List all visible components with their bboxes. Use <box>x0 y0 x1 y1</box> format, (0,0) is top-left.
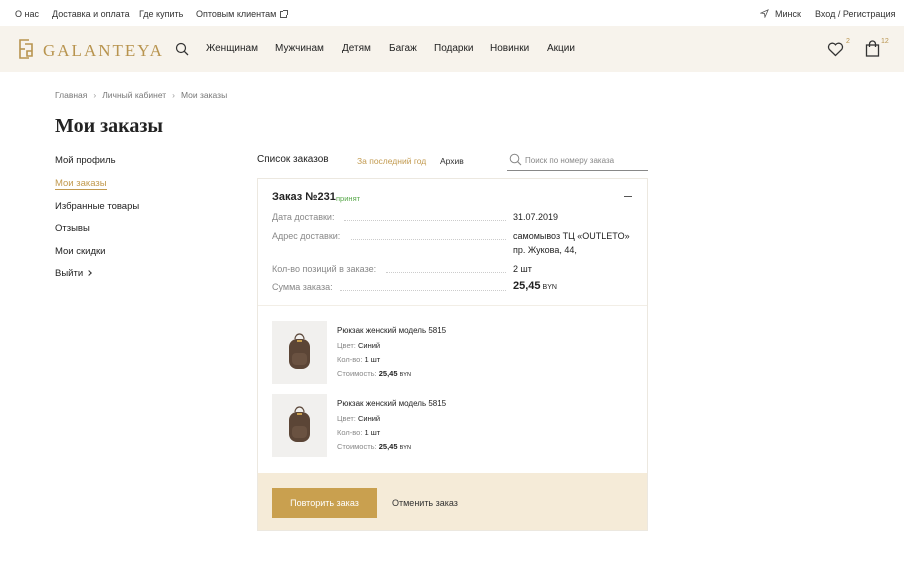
delivery-address-line1: самомывоз ТЦ «OUTLETO» <box>513 231 630 241</box>
order-sum-label: Сумма заказа: <box>272 282 333 292</box>
topbar-link-delivery[interactable]: Доставка и оплата <box>52 9 130 19</box>
orders-list-title: Список заказов <box>257 154 329 165</box>
login-link[interactable]: Вход / Регистрация <box>815 9 895 19</box>
product-qty-value: 1 шт <box>364 355 381 364</box>
delivery-address-line2: пр. Жукова, 44, <box>513 245 577 255</box>
cancel-order-button[interactable]: Отменить заказ <box>392 498 458 508</box>
breadcrumb-account[interactable]: Личный кабинет <box>102 90 166 100</box>
sidebar-item-profile[interactable]: Мой профиль <box>55 155 116 166</box>
nav-women[interactable]: Женщинам <box>206 43 258 54</box>
product-price-currency: BYN <box>399 372 411 378</box>
row-dots <box>340 290 506 291</box>
product-qty-label: Кол-во: <box>337 355 363 364</box>
nav-men[interactable]: Мужчинам <box>275 43 324 54</box>
divider <box>258 305 647 306</box>
logo-text[interactable]: GALANTEYA <box>43 41 164 61</box>
product-price-label: Стоимость: <box>337 369 377 378</box>
positions-count-value: 2 шт <box>513 264 532 274</box>
repeat-order-button[interactable]: Повторить заказ <box>272 488 377 518</box>
filter-archive-tab[interactable]: Архив <box>440 156 464 166</box>
nav-sales[interactable]: Акции <box>547 43 575 54</box>
topbar-link-about[interactable]: О нас <box>15 9 39 19</box>
topbar-link-wholesale[interactable]: Оптовым клиентам <box>196 9 289 19</box>
product-color: Цвет: Синий <box>337 414 380 423</box>
sidebar-item-discounts[interactable]: Мои скидки <box>55 246 105 257</box>
product-price: Стоимость: 25,45 BYN <box>337 442 411 451</box>
order-sum-value: 25,45 <box>513 280 541 292</box>
chevron-right-icon <box>86 270 92 276</box>
main-header: GALANTEYA Женщинам Мужчинам Детям Багаж … <box>0 26 904 72</box>
product-price-currency: BYN <box>399 445 411 451</box>
product-price: Стоимость: 25,45 BYN <box>337 369 411 378</box>
order-card: Заказ №231 принят Дата доставки: 31.07.2… <box>257 178 648 531</box>
delivery-address-label: Адрес доставки: <box>272 231 341 241</box>
row-dots <box>386 272 506 273</box>
product-qty-label: Кол-во: <box>337 428 363 437</box>
backpack-icon <box>289 406 310 442</box>
product-price-label: Стоимость: <box>337 442 377 451</box>
nav-gifts[interactable]: Подарки <box>434 43 473 54</box>
nav-new[interactable]: Новинки <box>490 43 529 54</box>
sidebar-item-logout[interactable]: Выйти <box>55 268 92 279</box>
topbar-link-wholesale-label: Оптовым клиентам <box>196 9 277 19</box>
sidebar-item-reviews[interactable]: Отзывы <box>55 223 90 234</box>
delivery-date-label: Дата доставки: <box>272 212 335 222</box>
product-color-value: Синий <box>357 341 381 350</box>
page-title: Мои заказы <box>55 115 164 137</box>
positions-count-label: Кол-во позиций в заказе: <box>272 264 377 274</box>
sidebar-item-orders[interactable]: Мои заказы <box>55 178 107 190</box>
product-qty: Кол-во: 1 шт <box>337 355 380 364</box>
collapse-icon[interactable] <box>624 196 632 197</box>
order-status-badge: принят <box>336 194 361 203</box>
row-dots <box>344 220 506 221</box>
product-image[interactable] <box>272 321 327 384</box>
product-color-value: Синий <box>357 414 381 423</box>
heart-icon[interactable] <box>827 42 844 57</box>
order-search <box>507 150 648 171</box>
order-sum: 25,45 BYN <box>513 280 557 292</box>
order-actions: Повторить заказ Отменить заказ <box>258 473 647 530</box>
nav-kids[interactable]: Детям <box>342 43 371 54</box>
backpack-icon <box>289 333 310 369</box>
breadcrumb: Главная › Личный кабинет › Мои заказы <box>55 90 227 100</box>
sidebar-item-favorites[interactable]: Избранные товары <box>55 201 139 212</box>
filter-last-year-tab[interactable]: За последний год <box>357 156 426 166</box>
product-qty: Кол-во: 1 шт <box>337 428 380 437</box>
product-name[interactable]: Рюкзак женский модель 5815 <box>337 326 446 335</box>
cart-count-badge: 12 <box>881 38 889 45</box>
row-dots <box>351 239 506 240</box>
city-selector[interactable]: Минск <box>775 9 801 19</box>
wishlist-count-badge: 2 <box>846 38 850 45</box>
order-sum-currency: BYN <box>542 284 557 291</box>
order-search-input[interactable] <box>525 153 645 167</box>
product-price-value: 25,45 <box>378 369 398 378</box>
product-image[interactable] <box>272 394 327 457</box>
search-icon[interactable] <box>175 42 189 56</box>
search-icon <box>509 153 522 166</box>
product-color-label: Цвет: <box>337 341 356 350</box>
product-qty-value: 1 шт <box>364 428 381 437</box>
order-number: Заказ №231 <box>272 191 336 203</box>
breadcrumb-separator-icon: › <box>172 90 175 100</box>
topbar-link-where-to-buy[interactable]: Где купить <box>139 9 183 19</box>
sidebar-item-logout-label: Выйти <box>55 268 84 279</box>
product-color: Цвет: Синий <box>337 341 380 350</box>
logo-mark-icon[interactable] <box>15 37 37 61</box>
location-icon <box>760 9 769 18</box>
breadcrumb-separator-icon: › <box>93 90 97 100</box>
product-name[interactable]: Рюкзак женский модель 5815 <box>337 399 446 408</box>
top-utility-bar: О нас Доставка и оплата Где купить Оптов… <box>0 0 904 26</box>
product-price-value: 25,45 <box>378 442 398 451</box>
product-color-label: Цвет: <box>337 414 356 423</box>
external-link-icon <box>280 10 289 18</box>
nav-luggage[interactable]: Багаж <box>389 43 417 54</box>
delivery-date-value: 31.07.2019 <box>513 212 559 222</box>
breadcrumb-home[interactable]: Главная <box>55 90 87 100</box>
breadcrumb-current: Мои заказы <box>181 90 228 100</box>
bag-icon[interactable] <box>865 40 880 57</box>
